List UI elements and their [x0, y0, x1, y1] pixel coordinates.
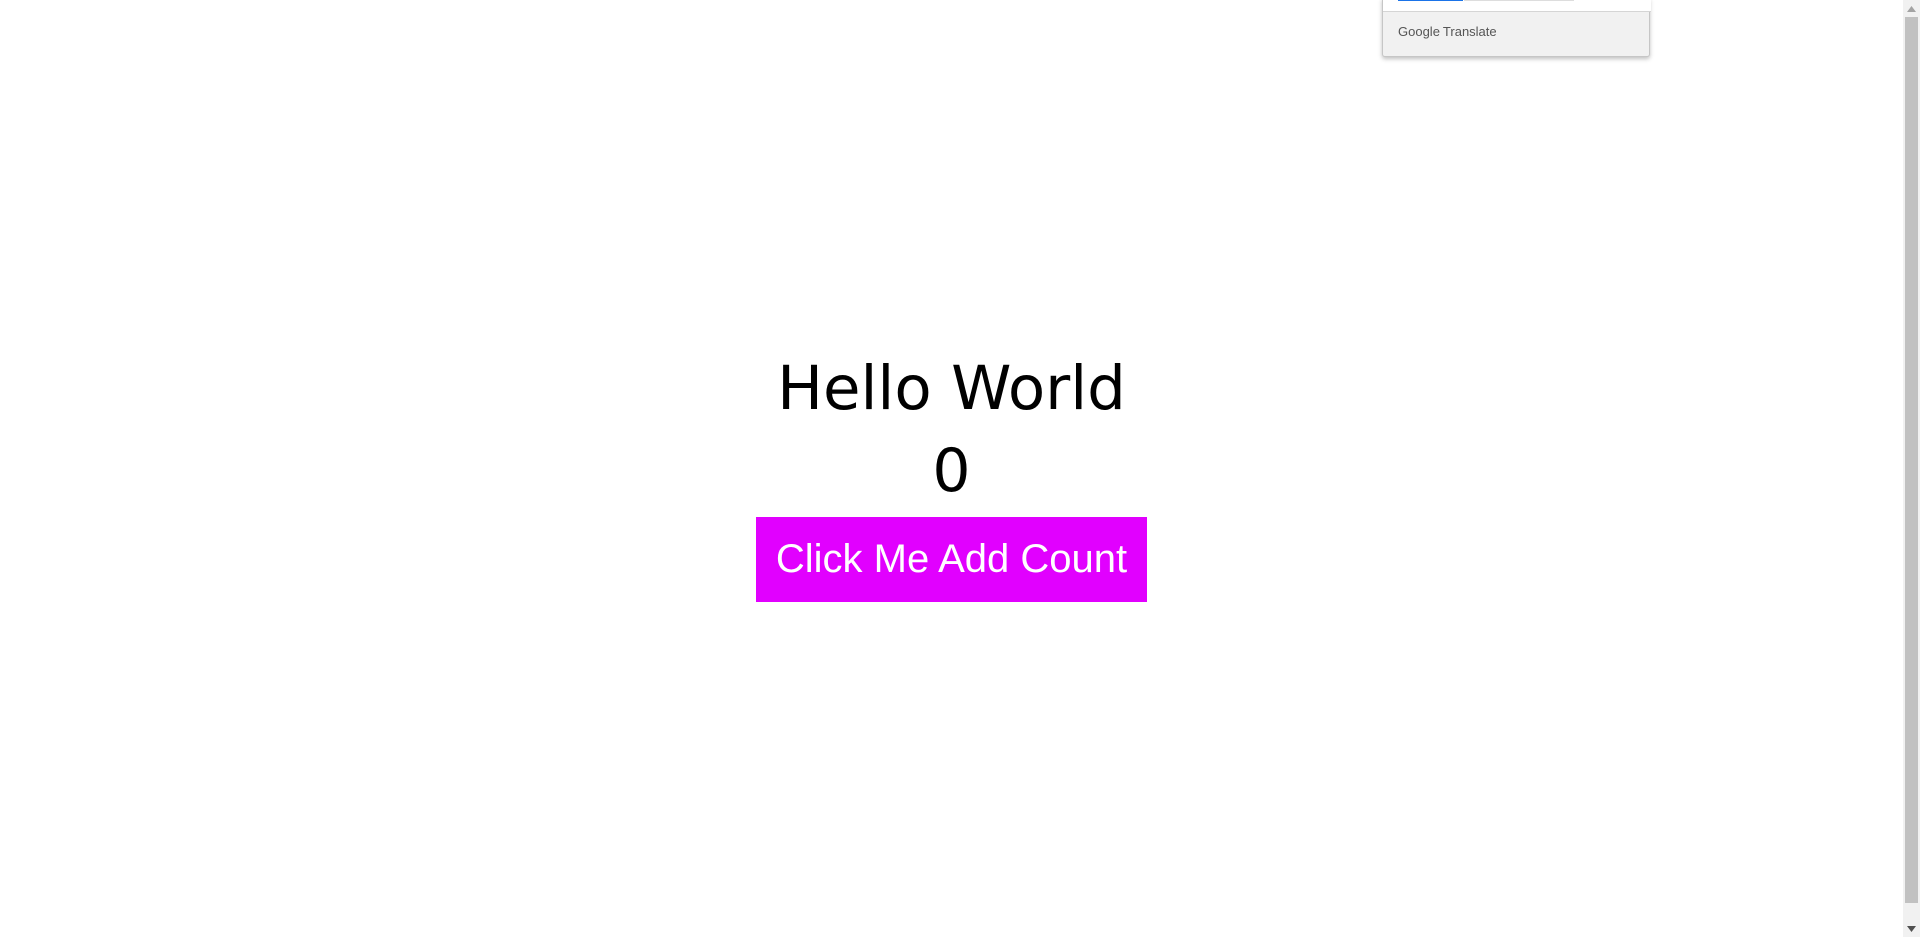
translate-label: Translate — [1442, 24, 1497, 39]
add-count-button[interactable]: Click Me Add Count — [756, 517, 1147, 602]
page-content: Hello World 0 Click Me Add Count Google T… — [0, 0, 1903, 937]
scrollbar-thumb[interactable] — [1905, 17, 1918, 903]
google-translate-popup: Google Translate — [1382, 0, 1651, 57]
translate-tab-active-indicator[interactable] — [1398, 0, 1463, 1]
page-title: Hello World — [777, 353, 1126, 424]
translate-branding: Google Translate — [1398, 24, 1497, 40]
scroll-down-arrow-icon[interactable] — [1903, 920, 1920, 937]
scroll-up-arrow-icon[interactable] — [1903, 0, 1920, 17]
vertical-scrollbar[interactable] — [1903, 0, 1920, 937]
counter-value: 0 — [932, 436, 971, 506]
google-logo-text: Google — [1398, 24, 1440, 39]
translate-language-tabs — [1383, 0, 1651, 12]
translate-tab-inactive-indicator[interactable] — [1464, 0, 1574, 1]
browser-viewport: Hello World 0 Click Me Add Count Google T… — [0, 0, 1920, 937]
